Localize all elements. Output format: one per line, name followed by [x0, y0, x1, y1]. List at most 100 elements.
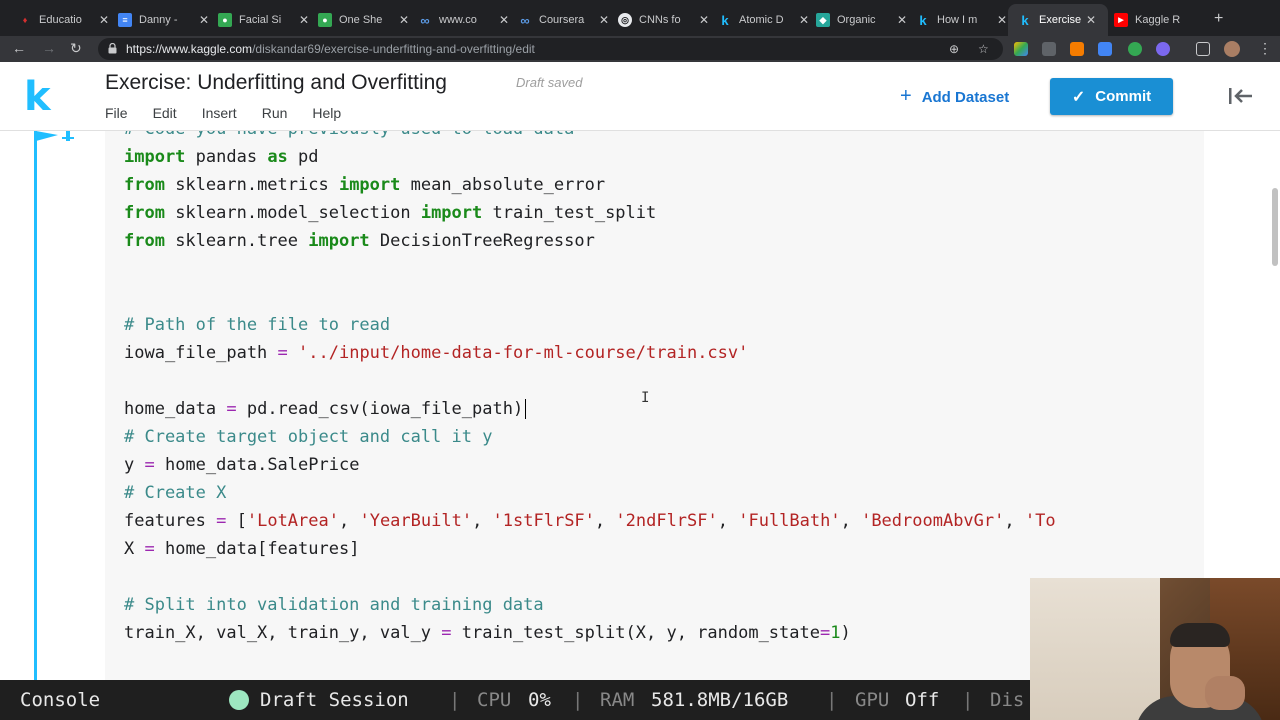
tab-label: Danny - [139, 14, 178, 26]
menu-run[interactable]: Run [262, 105, 288, 121]
tab-coursera[interactable]: ∞ Coursera ✕ [518, 6, 609, 34]
shield-extension-icon[interactable] [1042, 42, 1056, 56]
close-icon[interactable]: ✕ [399, 13, 409, 27]
tab-label: www.co [439, 14, 477, 26]
reload-icon[interactable]: ↻ [70, 40, 82, 57]
code-line: iowa_file_path = '../input/home-data-for… [124, 343, 749, 363]
tab-label: Educatio [39, 14, 82, 26]
divider: | [826, 689, 838, 711]
green-extension-icon[interactable] [1128, 42, 1142, 56]
code-line: from sklearn.metrics import mean_absolut… [124, 175, 606, 195]
cpu-value: 0% [528, 689, 551, 711]
divider: | [962, 689, 974, 711]
cast-icon[interactable] [1196, 42, 1210, 56]
ram-value: 581.8MB/16GB [651, 689, 789, 711]
tab-kaggle-r[interactable]: ▶ Kaggle R [1114, 6, 1183, 34]
run-cell-icon[interactable] [34, 131, 82, 147]
collapse-panel-icon[interactable] [1228, 86, 1254, 106]
tab-atomic[interactable]: k Atomic D ✕ [718, 6, 809, 34]
orange-extension-icon[interactable] [1070, 42, 1084, 56]
page-title[interactable]: Exercise: Underfitting and Overfitting [105, 71, 447, 95]
mouse-ibeam-cursor-icon: I [641, 390, 650, 406]
star-icon[interactable]: ☆ [978, 42, 989, 56]
tab-facial[interactable]: ● Facial Si ✕ [218, 6, 309, 34]
add-dataset-button[interactable]: + Add Dataset [900, 85, 1010, 108]
kaggle-icon: k [919, 12, 927, 28]
text-cursor [525, 399, 527, 419]
browser-tab-bar: ♦ Educatio ✕ ≡ Danny - ✕ ● Facial Si ✕ ●… [0, 0, 1280, 36]
close-icon[interactable]: ✕ [997, 13, 1007, 27]
active-cell-indicator [34, 131, 37, 680]
gpu-label: GPU [855, 689, 890, 711]
menu-file[interactable]: File [105, 105, 128, 121]
tab-label: CNNs fo [639, 14, 681, 26]
commit-label: Commit [1095, 88, 1152, 105]
menu-insert[interactable]: Insert [202, 105, 237, 121]
new-tab-button[interactable]: + [1214, 10, 1223, 28]
back-arrow-icon[interactable]: ← [12, 40, 26, 56]
add-dataset-label: Add Dataset [921, 89, 1010, 106]
green-app-icon: ● [318, 13, 332, 27]
code-line: train_X, val_X, train_y, val_y = train_t… [124, 623, 851, 643]
forward-arrow-icon[interactable]: → [42, 40, 56, 56]
webcam-overlay [1030, 578, 1280, 720]
infinity-icon: ∞ [520, 12, 530, 28]
tab-exercise[interactable]: k Exercise ✕ [1008, 4, 1108, 36]
tab-danny[interactable]: ≡ Danny - ✕ [118, 6, 209, 34]
tab-label: Coursera [539, 14, 585, 26]
drive-extension-icon[interactable] [1014, 42, 1028, 56]
more-menu-icon[interactable]: ⋮ [1258, 40, 1272, 57]
close-icon[interactable]: ✕ [599, 13, 609, 27]
purple-extension-icon[interactable] [1156, 42, 1170, 56]
check-icon: ✓ [1071, 88, 1086, 106]
tab-label: Atomic D [739, 14, 784, 26]
globe-icon: ◎ [618, 13, 632, 27]
close-icon[interactable]: ✕ [699, 13, 709, 27]
close-icon[interactable]: ✕ [499, 13, 509, 27]
close-icon[interactable]: ✕ [897, 13, 907, 27]
red-logo-icon: ♦ [22, 15, 28, 25]
divider: | [449, 689, 461, 711]
code-line: from sklearn.model_selection import trai… [124, 203, 657, 223]
youtube-icon: ▶ [1114, 13, 1128, 27]
tab-label: Kaggle R [1135, 14, 1181, 26]
kaggle-icon: k [721, 12, 729, 28]
disk-label: Dis [990, 689, 1025, 711]
tab-one-sheet[interactable]: ● One She ✕ [318, 6, 409, 34]
session-name[interactable]: Draft Session [260, 689, 409, 711]
gpu-value: Off [905, 689, 940, 711]
scrollbar[interactable] [1272, 188, 1278, 266]
menu-edit[interactable]: Edit [153, 105, 177, 121]
infinity-icon: ∞ [420, 12, 430, 28]
kaggle-icon: k [1021, 12, 1029, 28]
close-icon[interactable]: ✕ [799, 13, 809, 27]
plus-icon: + [900, 85, 912, 107]
green-app-icon: ● [218, 13, 232, 27]
commit-button[interactable]: ✓ Commit [1050, 78, 1173, 115]
menu-bar: File Edit Insert Run Help [105, 105, 366, 121]
zoom-icon[interactable]: ⊕ [949, 42, 959, 56]
tab-cnns[interactable]: ◎ CNNs fo ✕ [618, 6, 709, 34]
tab-educatio[interactable]: ♦ Educatio ✕ [18, 6, 109, 34]
close-icon[interactable]: ✕ [199, 13, 209, 27]
console-toggle[interactable]: Console [20, 689, 100, 711]
tab-how-i[interactable]: k How I m ✕ [916, 6, 1007, 34]
cube-icon: ◆ [816, 13, 830, 27]
lock-icon [108, 43, 117, 54]
close-icon[interactable]: ✕ [299, 13, 309, 27]
kaggle-logo[interactable]: k [24, 74, 51, 120]
close-icon[interactable]: ✕ [1086, 13, 1096, 27]
address-bar[interactable]: https://www.kaggle.com/diskandar69/exerc… [98, 38, 1003, 60]
avatar[interactable] [1224, 41, 1240, 57]
menu-help[interactable]: Help [312, 105, 341, 121]
tab-label: How I m [937, 14, 978, 26]
tab-label: One She [339, 14, 383, 26]
tab-label: Organic [837, 14, 876, 26]
code-line: # Split into validation and training dat… [124, 595, 544, 615]
tab-www[interactable]: ∞ www.co ✕ [418, 6, 509, 34]
translate-extension-icon[interactable] [1098, 42, 1112, 56]
tab-organic[interactable]: ◆ Organic ✕ [816, 6, 907, 34]
close-icon[interactable]: ✕ [99, 13, 109, 27]
cpu-label: CPU [477, 689, 512, 711]
code-line: # Path of the file to read [124, 315, 391, 335]
